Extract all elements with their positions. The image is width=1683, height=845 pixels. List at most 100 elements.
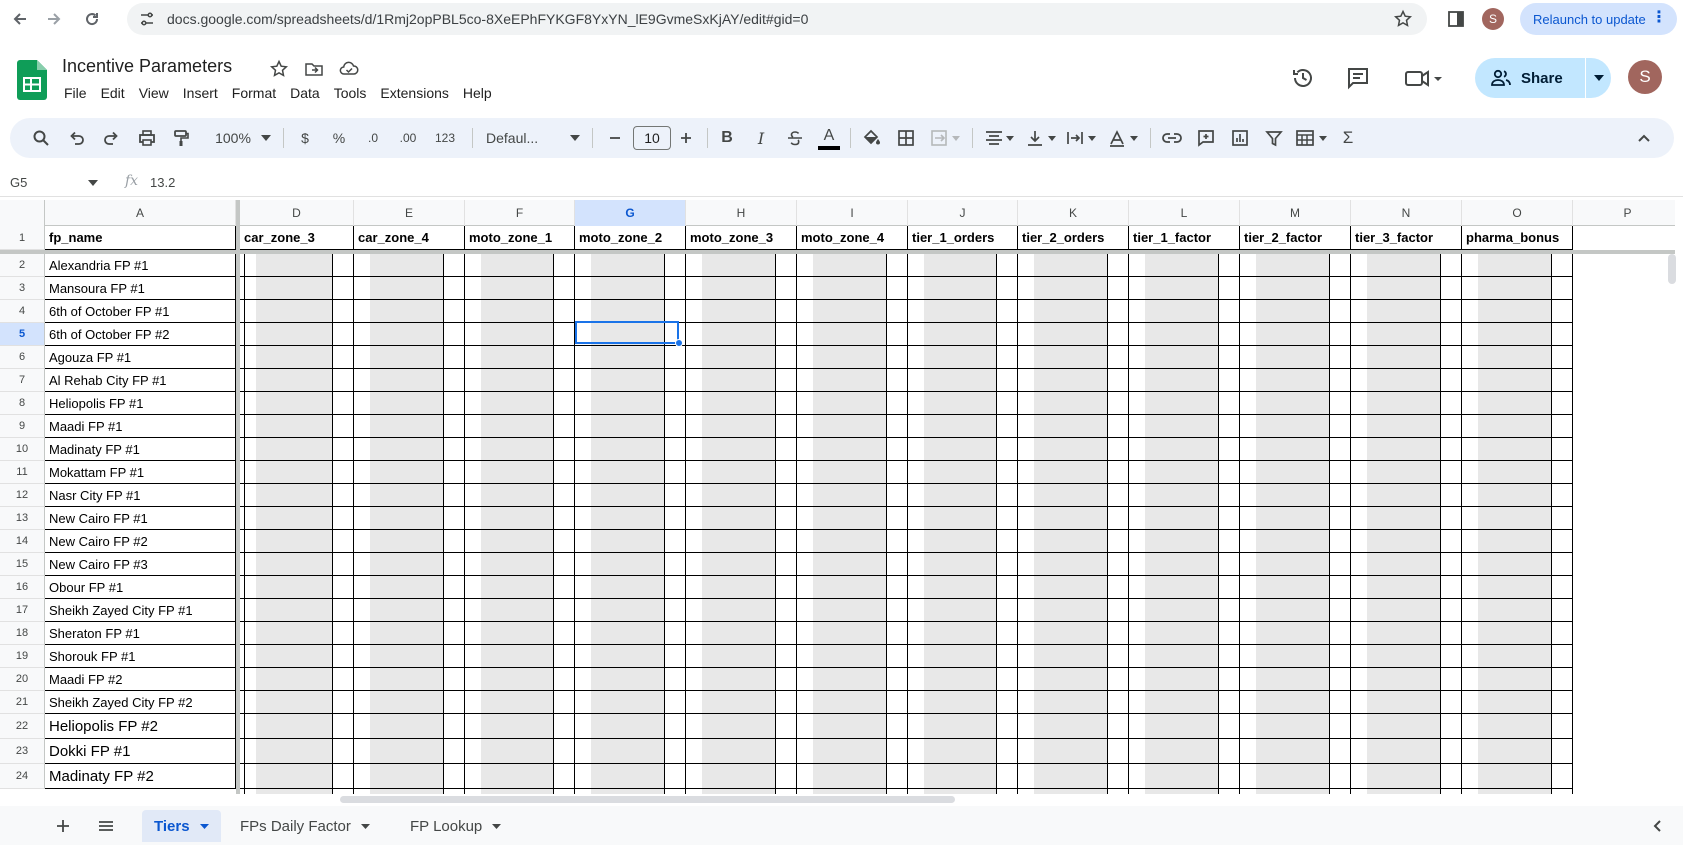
- bookmark-star-icon[interactable]: [1393, 9, 1413, 29]
- menu-insert[interactable]: Insert: [183, 85, 218, 105]
- menu-view[interactable]: View: [139, 85, 169, 105]
- tab-caret-icon[interactable]: [492, 823, 502, 829]
- reload-icon[interactable]: [80, 7, 104, 31]
- decrease-decimal-button[interactable]: .0: [360, 118, 386, 158]
- text-wrapping-icon[interactable]: [1064, 118, 1100, 158]
- browser-profile-avatar[interactable]: S: [1482, 8, 1504, 30]
- fp-name-cell[interactable]: Sheikh Zayed City FP #2: [45, 691, 236, 714]
- meet-video-icon[interactable]: [1403, 65, 1443, 91]
- increase-font-size-icon[interactable]: [675, 118, 697, 158]
- header-cell[interactable]: tier_2_orders: [1018, 226, 1129, 250]
- star-icon[interactable]: [269, 59, 289, 79]
- column-header-a[interactable]: A: [45, 200, 236, 226]
- add-sheet-icon[interactable]: [52, 815, 74, 837]
- tab-caret-icon[interactable]: [360, 823, 370, 829]
- name-box[interactable]: G5: [10, 175, 27, 190]
- column-header-d[interactable]: D: [240, 200, 354, 226]
- zoom-select[interactable]: 100%: [207, 118, 259, 158]
- site-info-icon[interactable]: [139, 11, 155, 27]
- header-cell[interactable]: moto_zone_4: [797, 226, 908, 250]
- column-header-h[interactable]: H: [686, 200, 797, 226]
- strikethrough-icon[interactable]: [783, 118, 807, 158]
- menu-file[interactable]: File: [64, 85, 87, 105]
- select-all-corner[interactable]: [0, 200, 45, 226]
- fp-name-cell[interactable]: Nasr City FP #1: [45, 484, 236, 507]
- share-button[interactable]: Share: [1475, 58, 1585, 98]
- fp-name-cell[interactable]: Maadi FP #1: [45, 415, 236, 438]
- back-arrow-icon[interactable]: [8, 7, 32, 31]
- font-select[interactable]: Defaul...: [486, 118, 572, 158]
- fp-name-cell[interactable]: 6th of October FP #2: [45, 323, 236, 346]
- filter-icon[interactable]: [1262, 118, 1286, 158]
- fp-name-cell[interactable]: Heliopolis FP #1: [45, 392, 236, 415]
- collapse-toolbar-icon[interactable]: [1632, 118, 1656, 158]
- move-folder-icon[interactable]: [304, 59, 324, 79]
- column-header-j[interactable]: J: [908, 200, 1018, 226]
- header-cell[interactable]: car_zone_4: [354, 226, 465, 250]
- fill-color-icon[interactable]: [859, 118, 883, 158]
- sheets-logo-icon[interactable]: [17, 60, 47, 100]
- fp-name-cell[interactable]: Sheikh Zayed City FP #1: [45, 599, 236, 622]
- fp-name-cell[interactable]: Al Rehab City FP #1: [45, 369, 236, 392]
- italic-button[interactable]: I: [749, 118, 773, 158]
- more-formats-button[interactable]: 123: [430, 118, 460, 158]
- menu-format[interactable]: Format: [232, 85, 276, 105]
- row-number[interactable]: 3: [0, 277, 45, 300]
- fp-name-cell[interactable]: Madinaty FP #1: [45, 438, 236, 461]
- side-panel-icon[interactable]: [1446, 9, 1466, 29]
- increase-decimal-button[interactable]: .00: [393, 118, 423, 158]
- fp-name-cell[interactable]: Dokki FP #1: [45, 739, 236, 764]
- menu-data[interactable]: Data: [290, 85, 320, 105]
- fp-name-cell[interactable]: New Cairo FP #1: [45, 507, 236, 530]
- header-cell[interactable]: pharma_bonus: [1462, 226, 1573, 250]
- merge-cells-icon[interactable]: [928, 118, 964, 158]
- frozen-row-divider[interactable]: [0, 250, 1675, 254]
- forward-arrow-icon[interactable]: [42, 7, 66, 31]
- header-cell[interactable]: tier_3_factor: [1351, 226, 1462, 250]
- row-number[interactable]: 17: [0, 599, 45, 622]
- fp-name-cell[interactable]: Alexandria FP #1: [45, 254, 236, 277]
- row-number[interactable]: 2: [0, 254, 45, 277]
- column-header-n[interactable]: N: [1351, 200, 1462, 226]
- fp-name-cell[interactable]: Heliopolis FP #2: [45, 714, 236, 739]
- column-header-g[interactable]: G: [575, 200, 686, 226]
- header-cell[interactable]: moto_zone_2: [575, 226, 686, 250]
- cloud-saved-icon[interactable]: [339, 59, 359, 79]
- row-number[interactable]: 22: [0, 714, 45, 739]
- menu-tools[interactable]: Tools: [334, 85, 367, 105]
- format-percent-button[interactable]: %: [328, 118, 350, 158]
- column-header-e[interactable]: E: [354, 200, 465, 226]
- functions-button[interactable]: Σ: [1336, 118, 1360, 158]
- row-number[interactable]: 13: [0, 507, 45, 530]
- decrease-font-size-icon[interactable]: [604, 118, 626, 158]
- row-number[interactable]: 8: [0, 392, 45, 415]
- menu-edit[interactable]: Edit: [101, 85, 125, 105]
- row-number[interactable]: 12: [0, 484, 45, 507]
- column-header-p[interactable]: P: [1573, 200, 1675, 226]
- redo-icon[interactable]: [100, 118, 122, 158]
- row-number[interactable]: 4: [0, 300, 45, 323]
- header-cell[interactable]: tier_2_factor: [1240, 226, 1351, 250]
- font-size-input[interactable]: 10: [633, 126, 671, 150]
- row-number[interactable]: 21: [0, 691, 45, 714]
- header-cell[interactable]: tier_1_orders: [908, 226, 1018, 250]
- fp-name-cell[interactable]: Madinaty FP #2: [45, 764, 236, 789]
- collapse-sidebar-chevron-icon[interactable]: [1648, 816, 1668, 836]
- relaunch-button[interactable]: Relaunch to update ⋮: [1520, 3, 1677, 35]
- vertical-scrollbar[interactable]: [1668, 254, 1676, 284]
- row-number[interactable]: 6: [0, 346, 45, 369]
- fp-name-cell[interactable]: 6th of October FP #1: [45, 300, 236, 323]
- column-header-k[interactable]: K: [1018, 200, 1129, 226]
- selected-cell-outline[interactable]: [575, 321, 679, 344]
- column-header-i[interactable]: I: [797, 200, 908, 226]
- row-number[interactable]: 5: [0, 323, 45, 346]
- insert-chart-icon[interactable]: [1228, 118, 1252, 158]
- address-bar[interactable]: docs.google.com/spreadsheets/d/1Rmj2opPB…: [127, 3, 1427, 35]
- comments-icon[interactable]: [1345, 65, 1371, 91]
- sheet-tab-fp-lookup[interactable]: FP Lookup: [398, 810, 513, 842]
- document-title[interactable]: Incentive Parameters: [62, 56, 232, 77]
- row-number[interactable]: 10: [0, 438, 45, 461]
- frozen-column-divider[interactable]: [236, 200, 240, 794]
- row-number[interactable]: 19: [0, 645, 45, 668]
- column-header-f[interactable]: F: [465, 200, 575, 226]
